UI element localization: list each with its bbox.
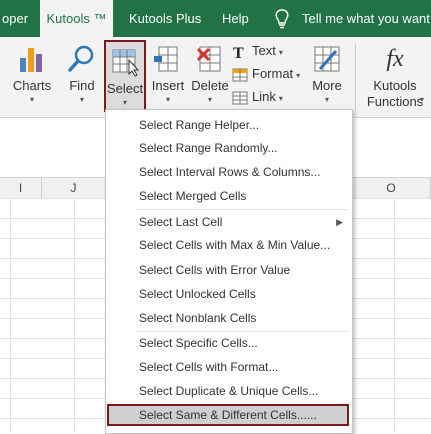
chevron-down-icon: ▾ <box>296 71 301 80</box>
select-button[interactable]: Select ▾ <box>104 40 146 112</box>
menu-item-select-unlocked-cells[interactable]: Select Unlocked Cells <box>107 283 349 305</box>
svg-text:T: T <box>233 45 244 59</box>
tab-kutools[interactable]: Kutools ™ <box>40 0 113 37</box>
link-label: Link <box>252 89 276 104</box>
menu-item-select-specific-cells[interactable]: Select Specific Cells... <box>107 332 349 354</box>
fx-icon: fx <box>386 46 404 72</box>
ribbon: Charts ▾ Find ▾ Select ▾ Insert ▾ Delete… <box>0 37 431 118</box>
menu-item-label: Select Last Cell <box>139 215 223 229</box>
select-dropdown-menu: Select Range Helper... Select Range Rand… <box>105 109 353 434</box>
menu-separator <box>136 209 348 210</box>
select-cells-icon <box>110 47 140 77</box>
chevron-down-icon: ▾ <box>420 95 425 104</box>
submenu-arrow-icon: ▶ <box>336 217 343 227</box>
column-header-j[interactable]: J <box>42 178 106 198</box>
more-icon <box>312 44 342 74</box>
menu-item-select-cells-error-value[interactable]: Select Cells with Error Value <box>107 259 349 281</box>
insert-label: Insert <box>151 78 185 93</box>
charts-label: Charts <box>12 78 52 93</box>
tab-help[interactable]: Help <box>222 0 262 37</box>
find-button[interactable]: Find ▾ <box>62 37 102 115</box>
ribbon-tab-bar: oper Kutools ™ Kutools Plus Help Tell me… <box>0 0 431 37</box>
kutools-functions-button[interactable]: fx Kutools Functions <box>362 37 428 115</box>
delete-button[interactable]: Delete ▾ <box>190 37 230 115</box>
tab-kutools-plus[interactable]: Kutools Plus <box>129 0 209 37</box>
menu-item-select-range-randomly[interactable]: Select Range Randomly... <box>107 137 349 159</box>
select-label: Select <box>106 81 144 96</box>
chevron-down-icon: ▾ <box>207 95 212 104</box>
menu-item-select-merged-cells[interactable]: Select Merged Cells <box>107 185 349 207</box>
chevron-down-icon: ▾ <box>165 95 170 104</box>
chevron-down-icon: ▾ <box>29 95 34 104</box>
column-header-o[interactable]: O <box>351 178 431 198</box>
menu-item-select-cells-max-min[interactable]: Select Cells with Max & Min Value... <box>107 234 349 256</box>
delete-label: Delete <box>191 78 229 93</box>
ribbon-divider <box>355 43 356 111</box>
chevron-down-icon: ▾ <box>278 94 283 103</box>
delete-icon <box>195 44 225 74</box>
format-icon <box>232 68 248 82</box>
link-icon <box>232 91 248 105</box>
chevron-down-icon: ▾ <box>324 95 329 104</box>
more-label: More <box>312 78 342 93</box>
menu-item-select-cells-with-format[interactable]: Select Cells with Format... <box>107 356 349 378</box>
chevron-down-icon: ▾ <box>79 95 84 104</box>
menu-item-select-interval-rows-columns[interactable]: Select Interval Rows & Columns... <box>107 161 349 183</box>
menu-item-select-duplicate-unique[interactable]: Select Duplicate & Unique Cells... <box>107 380 349 402</box>
format-button[interactable]: Format ▾ <box>232 64 300 84</box>
format-label: Format <box>252 66 294 81</box>
more-button[interactable]: More ▾ <box>308 37 346 115</box>
tab-developer[interactable]: oper <box>0 0 38 37</box>
insert-icon <box>153 44 183 74</box>
search-icon <box>67 44 97 74</box>
kutools-functions-label-2: Functions <box>366 94 424 109</box>
text-label: Text <box>252 43 276 58</box>
text-icon: T <box>232 45 248 62</box>
find-label: Find <box>69 78 95 93</box>
link-button[interactable]: Link ▾ <box>232 87 283 107</box>
menu-item-select-nonblank-cells[interactable]: Select Nonblank Cells <box>107 307 349 329</box>
menu-item-select-range-helper[interactable]: Select Range Helper... <box>107 114 349 136</box>
charts-button[interactable]: Charts ▾ <box>10 37 54 115</box>
lightbulb-icon[interactable] <box>274 9 290 29</box>
insert-button[interactable]: Insert ▾ <box>149 37 187 115</box>
text-button[interactable]: T Text ▾ <box>232 41 283 62</box>
chevron-down-icon: ▾ <box>122 98 127 107</box>
column-header-i[interactable]: I <box>0 178 42 198</box>
menu-item-select-last-cell[interactable]: Select Last Cell ▶ <box>107 211 349 233</box>
charts-icon <box>17 44 47 74</box>
kutools-functions-label-1: Kutools <box>373 78 417 93</box>
menu-item-select-same-different[interactable]: Select Same & Different Cells...... <box>107 404 349 426</box>
tell-me-search[interactable]: Tell me what you want to <box>302 0 431 37</box>
chevron-down-icon: ▾ <box>278 48 283 57</box>
